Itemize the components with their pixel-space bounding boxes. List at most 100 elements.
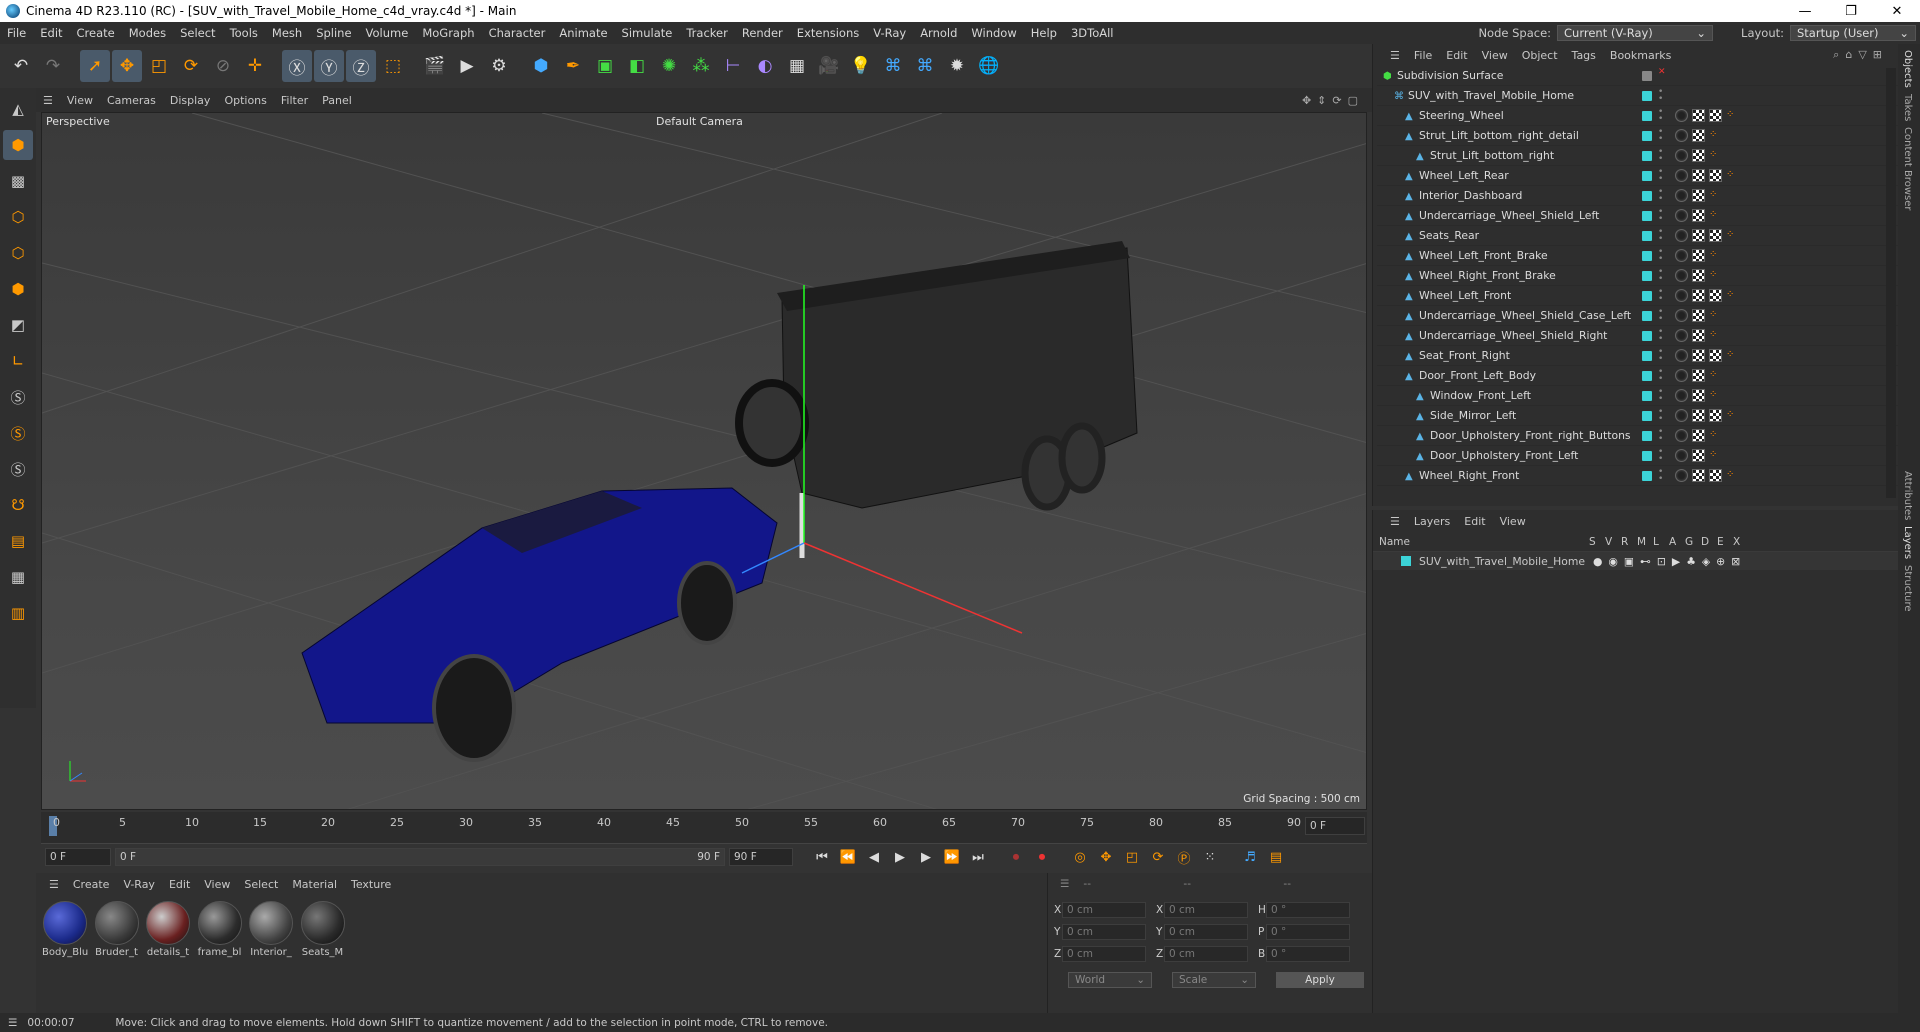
- object-tags[interactable]: ⁘: [1675, 309, 1717, 322]
- model-mode-button[interactable]: ⬢: [3, 130, 33, 160]
- python-button[interactable]: ⌘: [878, 50, 908, 82]
- viewport-menu-options[interactable]: Options: [217, 94, 273, 107]
- phong-tag-icon[interactable]: ⁘: [1709, 309, 1717, 322]
- material-tag-icon[interactable]: [1675, 469, 1688, 482]
- menu-modes[interactable]: Modes: [122, 26, 173, 40]
- material-swatch[interactable]: Body_Blu: [42, 901, 88, 961]
- object-tags[interactable]: ⁘: [1675, 409, 1734, 422]
- rotation-h-field[interactable]: 0 °: [1266, 902, 1350, 918]
- motion-mode-button[interactable]: ♬: [1237, 846, 1263, 868]
- texture-tag-icon[interactable]: [1692, 349, 1705, 362]
- tab-objects[interactable]: Objects: [1902, 50, 1913, 88]
- object-row[interactable]: ▲ Door_Upholstery_Front_right_Buttons • • ⁘: [1377, 426, 1898, 446]
- object-tags[interactable]: ⁘: [1675, 149, 1717, 162]
- tab-takes[interactable]: Takes: [1902, 94, 1913, 121]
- texture-tag-icon[interactable]: [1709, 169, 1722, 182]
- edge-mode-button[interactable]: ⬡: [3, 238, 33, 268]
- material-menu-vray[interactable]: V-Ray: [116, 878, 162, 891]
- material-menu-edit[interactable]: Edit: [162, 878, 197, 891]
- material-swatch[interactable]: frame_bl: [197, 901, 243, 961]
- object-menu-object[interactable]: Object: [1515, 49, 1565, 62]
- phong-tag-icon[interactable]: ⁘: [1726, 469, 1734, 482]
- object-row[interactable]: ▲ Wheel_Left_Rear • • ⁘: [1377, 166, 1898, 186]
- phong-tag-icon[interactable]: ⁘: [1709, 129, 1717, 142]
- render-region-button[interactable]: 🎬: [420, 50, 450, 82]
- material-tag-icon[interactable]: [1675, 169, 1688, 182]
- phong-tag-icon[interactable]: ⁘: [1709, 329, 1717, 342]
- phong-tag-icon[interactable]: ⁘: [1726, 109, 1734, 122]
- texture-tag-icon[interactable]: [1692, 229, 1705, 242]
- viewport-panel-icon[interactable]: ☰: [36, 94, 60, 107]
- rotation-b-field[interactable]: 0 °: [1266, 946, 1350, 962]
- key-selection-button[interactable]: ◎: [1067, 846, 1093, 868]
- viewport-navigation-icons[interactable]: ✥⇕⟳▢: [1302, 94, 1364, 107]
- object-menu-bookmarks[interactable]: Bookmarks: [1603, 49, 1678, 62]
- layer-menu-view[interactable]: View: [1493, 515, 1533, 528]
- snap-button[interactable]: Ⓢ: [3, 382, 33, 412]
- cube-button[interactable]: ⬢: [526, 50, 556, 82]
- texture-tag-icon[interactable]: [1692, 429, 1705, 442]
- key-position-button[interactable]: ✥: [1093, 846, 1119, 868]
- texture-tag-icon[interactable]: [1692, 189, 1705, 202]
- cloner-button[interactable]: ✺: [654, 50, 684, 82]
- material-tag-icon[interactable]: [1675, 429, 1688, 442]
- texture-tag-icon[interactable]: [1709, 349, 1722, 362]
- texture-tag-icon[interactable]: [1692, 249, 1705, 262]
- record-active-button[interactable]: ⏺: [1003, 846, 1029, 868]
- visibility-dots[interactable]: • •: [1658, 248, 1663, 264]
- material-menu-select[interactable]: Select: [237, 878, 285, 891]
- phong-tag-icon[interactable]: ⁘: [1709, 189, 1717, 202]
- size-z-field[interactable]: 0 cm: [1164, 946, 1248, 962]
- visibility-dots[interactable]: • •: [1658, 408, 1663, 424]
- layer-color-swatch[interactable]: [1642, 271, 1652, 281]
- material-tag-icon[interactable]: [1675, 449, 1688, 462]
- material-tag-icon[interactable]: [1675, 189, 1688, 202]
- key-rotation-button[interactable]: ⟳: [1145, 846, 1171, 868]
- tab-structure[interactable]: Structure: [1902, 565, 1913, 612]
- next-key-button[interactable]: ⏩: [939, 846, 965, 868]
- y-axis-lock-button[interactable]: Ⓨ: [314, 50, 344, 82]
- phong-tag-icon[interactable]: ⁘: [1709, 449, 1717, 462]
- material-tag-icon[interactable]: [1675, 349, 1688, 362]
- size-x-field[interactable]: 0 cm: [1164, 902, 1248, 918]
- phong-tag-icon[interactable]: ⁘: [1726, 349, 1734, 362]
- visibility-dots[interactable]: • •: [1658, 148, 1663, 164]
- viewport-camera-name[interactable]: Default Camera: [656, 115, 743, 128]
- layer-color-swatch[interactable]: [1642, 451, 1652, 461]
- texture-tag-icon[interactable]: [1709, 109, 1722, 122]
- viewport-menu-filter[interactable]: Filter: [274, 94, 315, 107]
- material-tag-icon[interactable]: [1675, 409, 1688, 422]
- object-row[interactable]: ▲ Undercarriage_Wheel_Shield_Case_Left • • ⁘: [1377, 306, 1898, 326]
- workplane-button[interactable]: ▤: [3, 526, 33, 556]
- mograph-button[interactable]: ⁂: [686, 50, 716, 82]
- menu-tracker[interactable]: Tracker: [679, 26, 735, 40]
- object-search-icons[interactable]: ⌕⌂▽⊞: [1833, 48, 1888, 62]
- menu-tools[interactable]: Tools: [223, 26, 265, 40]
- layer-color-swatch[interactable]: [1642, 411, 1652, 421]
- texture-mode-button[interactable]: ▩: [3, 166, 33, 196]
- texture-tag-icon[interactable]: [1709, 469, 1722, 482]
- object-row[interactable]: ▲ Seat_Front_Right • • ⁘: [1377, 346, 1898, 366]
- camera-button[interactable]: 🎥: [814, 50, 844, 82]
- object-row[interactable]: ▲ Strut_Lift_bottom_right_detail • • ⁘: [1377, 126, 1898, 146]
- previous-key-button[interactable]: ⏪: [835, 846, 861, 868]
- visibility-dots[interactable]: • •: [1658, 348, 1663, 364]
- material-tag-icon[interactable]: [1675, 149, 1688, 162]
- visibility-dots[interactable]: • •: [1658, 308, 1663, 324]
- viewport-menu-view[interactable]: View: [60, 94, 100, 107]
- menu-character[interactable]: Character: [482, 26, 553, 40]
- texture-tag-icon[interactable]: [1692, 449, 1705, 462]
- texture-tag-icon[interactable]: [1692, 109, 1705, 122]
- object-tags[interactable]: ⁘: [1675, 349, 1734, 362]
- object-tags[interactable]: ⁘: [1675, 449, 1717, 462]
- object-row[interactable]: ▲ Wheel_Right_Front • • ⁘: [1377, 466, 1898, 486]
- texture-tag-icon[interactable]: [1692, 149, 1705, 162]
- phong-tag-icon[interactable]: ⁘: [1709, 269, 1717, 282]
- menu-arnold[interactable]: Arnold: [913, 26, 964, 40]
- material-swatch[interactable]: Interior_: [248, 901, 294, 961]
- transform-button[interactable]: ✛: [240, 50, 270, 82]
- python-script-button[interactable]: ⌘: [910, 50, 940, 82]
- texture-tag-icon[interactable]: [1692, 289, 1705, 302]
- object-tags[interactable]: ⁘: [1675, 229, 1734, 242]
- object-tree-scrollbar[interactable]: [1886, 68, 1896, 498]
